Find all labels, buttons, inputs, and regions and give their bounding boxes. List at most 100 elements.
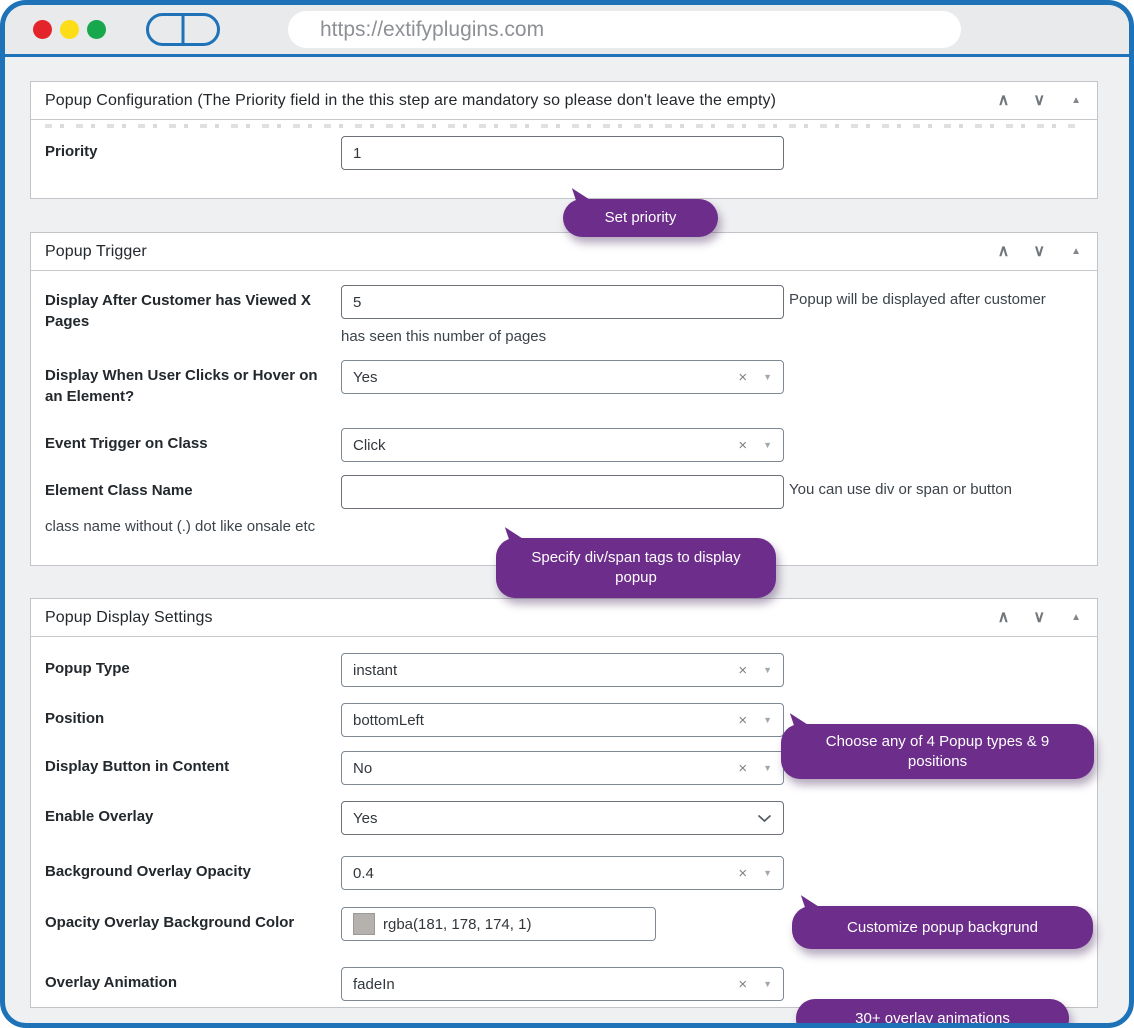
panel-popup-display-settings-header[interactable]: Popup Display Settings ∧ ∨ ▲ xyxy=(31,599,1097,637)
priority-value: 1 xyxy=(353,145,361,162)
tooltip-text: Choose any of 4 Popup types & 9 position… xyxy=(797,732,1078,773)
clear-selection-icon[interactable]: × xyxy=(738,761,747,776)
popup-type-label: Popup Type xyxy=(45,653,341,680)
click-hover-label: Display When User Clicks or Hover on an … xyxy=(45,360,341,407)
popup-type-row: Popup Type instant × ▼ xyxy=(31,653,1097,687)
dropdown-arrow-icon[interactable]: ▼ xyxy=(763,869,772,878)
dropdown-arrow-icon[interactable]: ▼ xyxy=(763,980,772,989)
priority-label: Priority xyxy=(45,136,341,163)
viewed-pages-value: 5 xyxy=(353,294,361,311)
clear-selection-icon[interactable]: × xyxy=(738,866,747,881)
dropdown-arrow-icon[interactable]: ▼ xyxy=(763,666,772,675)
viewed-pages-input[interactable]: 5 xyxy=(341,285,784,319)
viewed-pages-label: Display After Customer has Viewed X Page… xyxy=(45,285,341,332)
browser-chrome: https://extifyplugins.com xyxy=(5,5,1129,57)
position-label: Position xyxy=(45,703,341,730)
tooltip-popup-types: Choose any of 4 Popup types & 9 position… xyxy=(781,724,1094,779)
tooltip-specify-tags: Specify div/span tags to display popup xyxy=(496,538,776,598)
move-down-icon[interactable]: ∨ xyxy=(1033,244,1045,260)
pill-divider xyxy=(182,16,185,43)
panel-popup-trigger: Popup Trigger ∧ ∨ ▲ Display After Custom… xyxy=(30,232,1098,566)
collapse-panel-icon[interactable]: ▲ xyxy=(1071,247,1081,257)
move-up-icon[interactable]: ∧ xyxy=(998,93,1010,109)
enable-overlay-value: Yes xyxy=(353,810,377,827)
element-class-row: Element Class Name You can use div or sp… xyxy=(31,475,1097,509)
minimize-window-icon[interactable] xyxy=(60,20,79,39)
dropdown-arrow-icon[interactable]: ▼ xyxy=(763,764,772,773)
clear-selection-icon[interactable]: × xyxy=(738,370,747,385)
maximize-window-icon[interactable] xyxy=(87,20,106,39)
dropdown-arrow-icon[interactable]: ▼ xyxy=(763,716,772,725)
select-chevron-icon xyxy=(757,814,772,823)
color-swatch xyxy=(353,913,375,935)
panel-body: Display After Customer has Viewed X Page… xyxy=(31,285,1097,565)
overlay-opacity-select[interactable]: 0.4 × ▼ xyxy=(341,856,784,890)
event-trigger-value: Click xyxy=(353,437,386,454)
position-value: bottomLeft xyxy=(353,712,424,729)
panel-popup-configuration: Popup Configuration (The Priority field … xyxy=(30,81,1098,199)
click-hover-row: Display When User Clicks or Hover on an … xyxy=(31,360,1097,407)
browser-window: https://extifyplugins.com Popup Configur… xyxy=(0,0,1134,1028)
collapse-panel-icon[interactable]: ▲ xyxy=(1071,613,1081,623)
viewed-pages-row: Display After Customer has Viewed X Page… xyxy=(31,285,1097,345)
overlay-animation-label: Overlay Animation xyxy=(45,967,341,994)
collapse-panel-icon[interactable]: ▲ xyxy=(1071,96,1081,106)
overlay-animation-value: fadeIn xyxy=(353,976,395,993)
popup-type-select[interactable]: instant × ▼ xyxy=(341,653,784,687)
panel-popup-trigger-header[interactable]: Popup Trigger ∧ ∨ ▲ xyxy=(31,233,1097,271)
element-class-side-note: You can use div or span or button xyxy=(789,475,1012,498)
back-forward-buttons[interactable] xyxy=(146,13,220,46)
settings-page: Popup Configuration (The Priority field … xyxy=(5,57,1129,1022)
overlay-opacity-label: Background Overlay Opacity xyxy=(45,856,341,883)
panel-controls: ∧ ∨ ▲ xyxy=(974,610,1081,626)
move-up-icon[interactable]: ∧ xyxy=(998,244,1010,260)
tooltip-text: Customize popup backgrund xyxy=(847,918,1038,938)
display-button-label: Display Button in Content xyxy=(45,751,341,778)
element-class-input[interactable] xyxy=(341,475,784,509)
position-select[interactable]: bottomLeft × ▼ xyxy=(341,703,784,737)
url-text: https://extifyplugins.com xyxy=(320,18,544,42)
tooltip-text: 30+ overlay animations xyxy=(855,1009,1010,1028)
tooltip-overlay-animations: 30+ overlay animations xyxy=(796,999,1069,1028)
event-trigger-select[interactable]: Click × ▼ xyxy=(341,428,784,462)
panel-title: Popup Display Settings xyxy=(45,609,974,627)
display-button-select[interactable]: No × ▼ xyxy=(341,751,784,785)
click-hover-select[interactable]: Yes × ▼ xyxy=(341,360,784,394)
click-hover-value: Yes xyxy=(353,369,377,386)
move-up-icon[interactable]: ∧ xyxy=(998,610,1010,626)
tooltip-text: Specify div/span tags to display popup xyxy=(512,548,760,589)
panel-popup-display-settings: Popup Display Settings ∧ ∨ ▲ Popup Type … xyxy=(30,598,1098,1008)
enable-overlay-select[interactable]: Yes xyxy=(341,801,784,835)
tooltip-set-priority: Set priority xyxy=(563,199,718,237)
element-class-label: Element Class Name xyxy=(45,475,341,502)
enable-overlay-label: Enable Overlay xyxy=(45,801,341,828)
clear-selection-icon[interactable]: × xyxy=(738,977,747,992)
overlay-color-value: rgba(181, 178, 174, 1) xyxy=(383,916,531,933)
overlay-color-picker[interactable]: rgba(181, 178, 174, 1) xyxy=(341,907,656,941)
clipped-row-artifact xyxy=(45,124,1083,128)
dropdown-arrow-icon[interactable]: ▼ xyxy=(763,441,772,450)
priority-input[interactable]: 1 xyxy=(341,136,784,170)
clear-selection-icon[interactable]: × xyxy=(738,713,747,728)
display-button-value: No xyxy=(353,760,372,777)
panel-popup-configuration-header[interactable]: Popup Configuration (The Priority field … xyxy=(31,82,1097,120)
overlay-animation-select[interactable]: fadeIn × ▼ xyxy=(341,967,784,1001)
dropdown-arrow-icon[interactable]: ▼ xyxy=(763,373,772,382)
overlay-opacity-row: Background Overlay Opacity 0.4 × ▼ xyxy=(31,856,1097,890)
popup-type-value: instant xyxy=(353,662,397,679)
event-trigger-label: Event Trigger on Class xyxy=(45,428,341,455)
clear-selection-icon[interactable]: × xyxy=(738,663,747,678)
window-controls xyxy=(33,20,106,39)
overlay-opacity-value: 0.4 xyxy=(353,865,374,882)
clear-selection-icon[interactable]: × xyxy=(738,438,747,453)
move-down-icon[interactable]: ∨ xyxy=(1033,610,1045,626)
panel-title: Popup Trigger xyxy=(45,243,974,261)
address-bar[interactable]: https://extifyplugins.com xyxy=(288,11,961,48)
tooltip-customize-background: Customize popup backgrund xyxy=(792,906,1093,949)
close-window-icon[interactable] xyxy=(33,20,52,39)
panel-controls: ∧ ∨ ▲ xyxy=(974,93,1081,109)
move-down-icon[interactable]: ∨ xyxy=(1033,93,1045,109)
overlay-color-label: Opacity Overlay Background Color xyxy=(45,907,341,934)
priority-row: Priority 1 xyxy=(31,136,1097,170)
viewed-pages-side-note: Popup will be displayed after customer xyxy=(789,285,1046,308)
